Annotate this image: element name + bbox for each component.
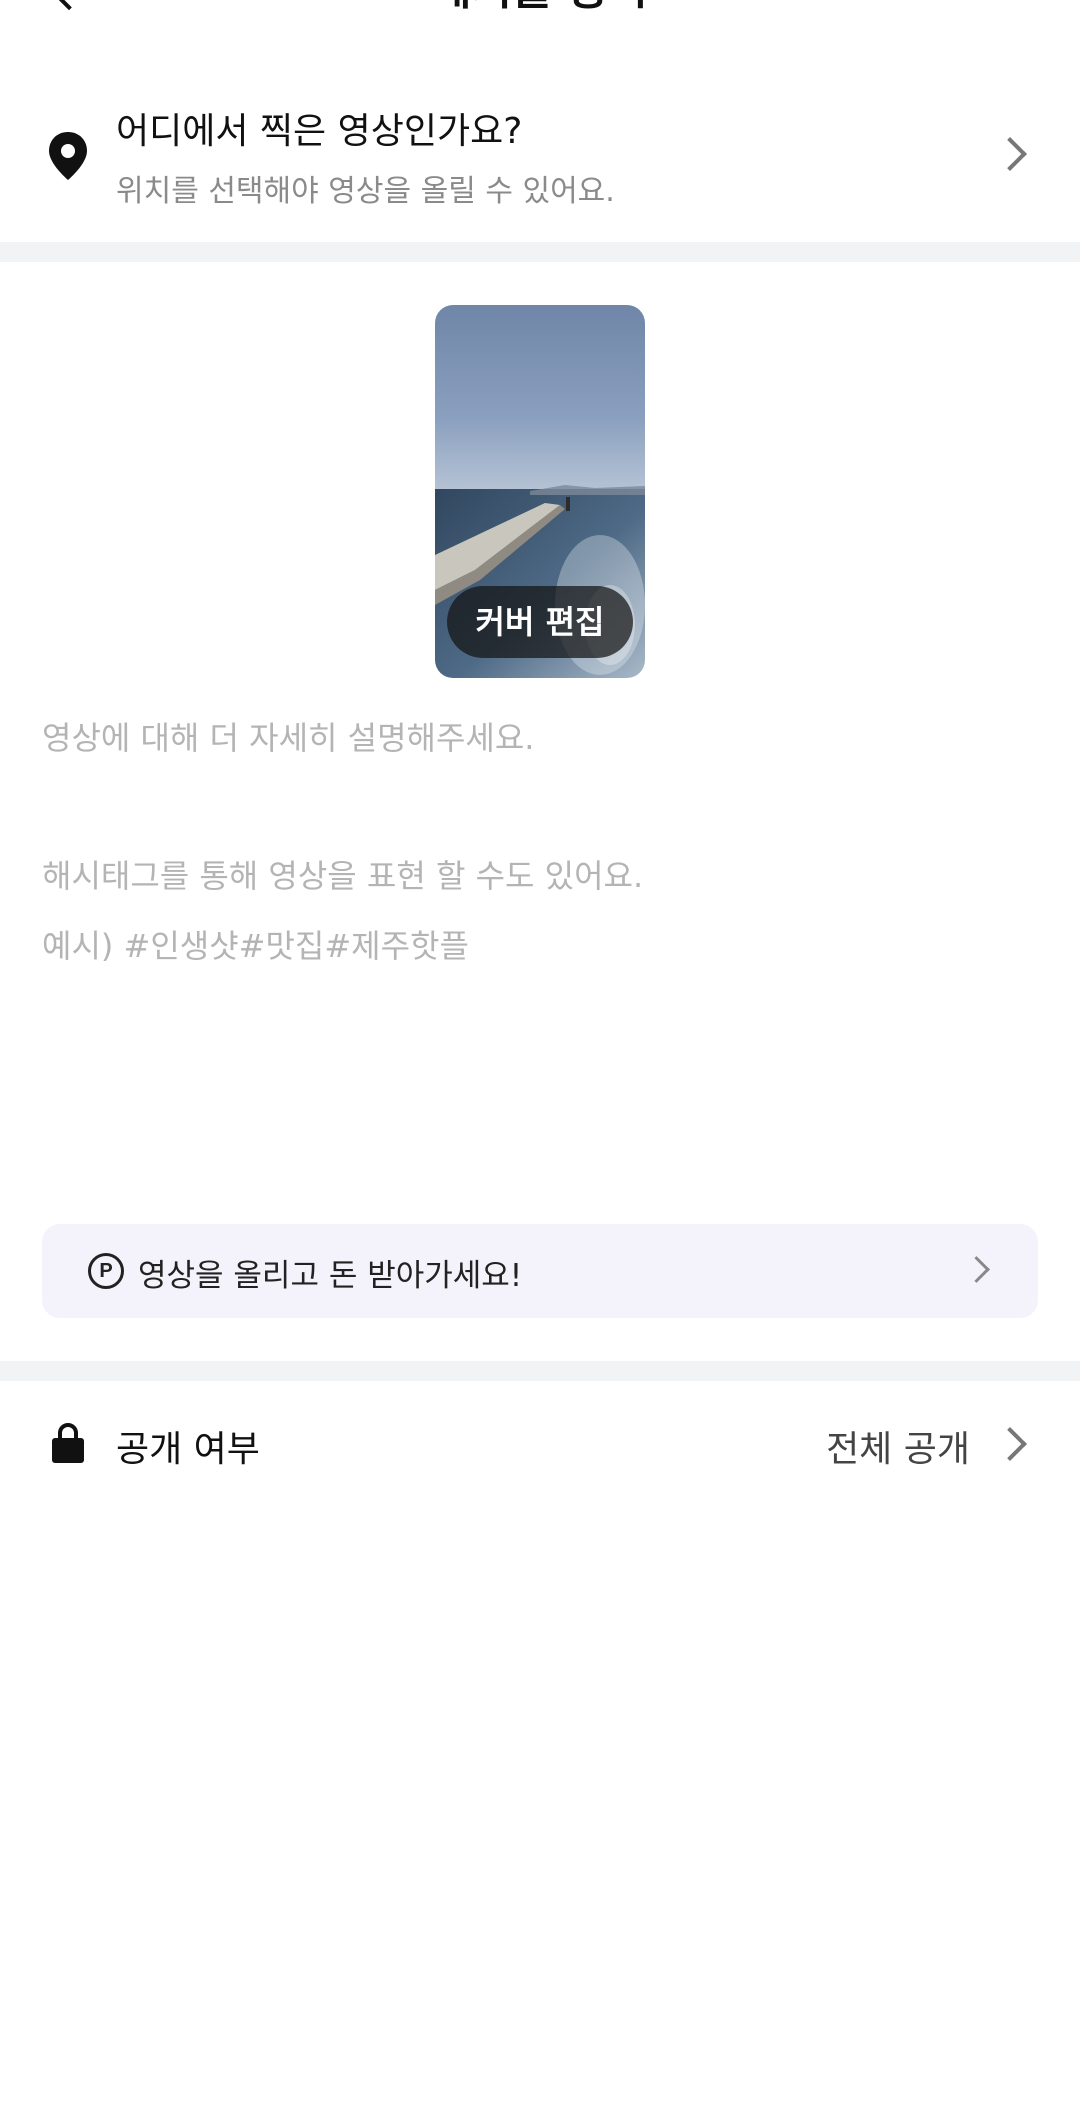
location-selector[interactable]: 어디에서 찍은 영상인가요? 위치를 선택해야 영상을 올릴 수 있어요. bbox=[0, 90, 1080, 240]
section-divider bbox=[0, 1361, 1080, 1381]
section-divider bbox=[0, 242, 1080, 262]
location-subtitle: 위치를 선택해야 영상을 올릴 수 있어요. bbox=[116, 174, 615, 209]
video-cover-thumbnail[interactable]: 커버 편집 bbox=[435, 305, 645, 678]
point-icon: P bbox=[88, 1253, 124, 1289]
reward-banner[interactable]: P 영상을 올리고 돈 받아가세요! bbox=[42, 1224, 1038, 1318]
description-placeholder-line: 영상에 대해 더 자세히 설명해주세요. bbox=[42, 719, 535, 757]
chevron-right-icon bbox=[993, 1427, 1027, 1461]
location-pin-icon bbox=[46, 130, 90, 182]
lock-icon bbox=[50, 1422, 86, 1464]
chevron-right-icon bbox=[963, 1256, 990, 1283]
top-header: 게시물 등록 bbox=[0, 0, 1080, 20]
reward-banner-text: 영상을 올리고 돈 받아가세요! bbox=[138, 1258, 523, 1294]
visibility-label: 공개 여부 bbox=[116, 1429, 260, 1470]
visibility-setting[interactable]: 공개 여부 전체 공개 bbox=[0, 1384, 1080, 1504]
chevron-right-icon bbox=[993, 137, 1027, 171]
location-title: 어디에서 찍은 영상인가요? bbox=[116, 111, 523, 152]
description-placeholder-line: 해시태그를 통해 영상을 표현 할 수도 있어요. bbox=[42, 857, 644, 895]
visibility-value: 전체 공개 bbox=[826, 1429, 970, 1470]
edit-cover-button[interactable]: 커버 편집 bbox=[447, 586, 633, 658]
page-title: 게시물 등록 bbox=[0, 0, 1080, 14]
description-placeholder-line: 예시) #인생샷#맛집#제주핫플 bbox=[42, 927, 469, 965]
